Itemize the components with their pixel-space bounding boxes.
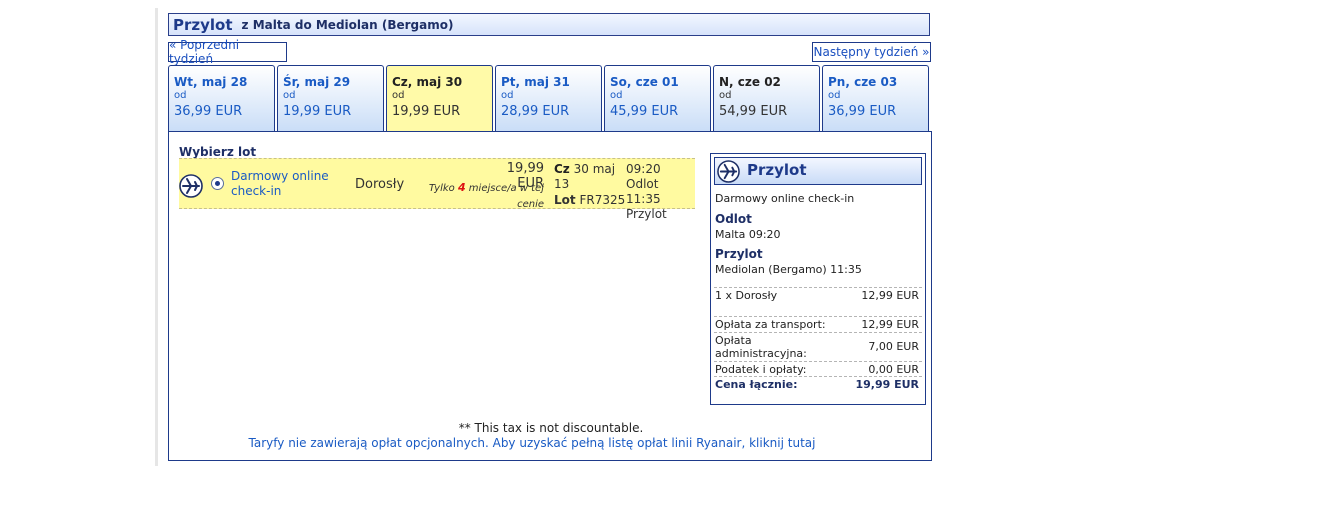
route-subtitle: z Malta do Mediolan (Bergamo) xyxy=(241,17,454,32)
flight-radio[interactable] xyxy=(211,177,224,190)
tab-day-5[interactable]: So, cze 01 od 45,99 EUR xyxy=(604,65,711,132)
passenger-type: Dorosły xyxy=(355,177,405,192)
tab-day-3-selected[interactable]: Cz, maj 30 od 19,99 EUR xyxy=(386,65,493,132)
arrive-label: Przylot xyxy=(626,207,667,221)
flight-number: Lot FR7325 xyxy=(554,193,625,207)
tab-day-2[interactable]: Śr, maj 29 od 19,99 EUR xyxy=(277,65,384,132)
flight-lot-label: Lot xyxy=(554,193,576,207)
tab-day-label: So, cze 01 xyxy=(610,75,679,89)
tab-day-7[interactable]: Pn, cze 03 od 36,99 EUR xyxy=(822,65,929,132)
previous-week-button[interactable]: « Poprzedni tydzień xyxy=(168,38,287,66)
line-value: 0,00 EUR xyxy=(868,363,919,376)
seats-suffix: miejsce/a w tej cenie xyxy=(468,183,544,210)
arrive-time: 11:35 xyxy=(626,192,661,206)
tab-from-label: od xyxy=(501,90,514,101)
tab-price: 45,99 EUR xyxy=(610,104,679,119)
tab-from-label: od xyxy=(719,90,732,101)
total-label: Cena łącznie: xyxy=(715,378,798,391)
summary-fare-name: Darmowy online check-in xyxy=(715,192,855,205)
tab-day-label: Cz, maj 30 xyxy=(392,75,463,89)
flight-row[interactable]: Darmowy online check-in Dorosły 19,99 EU… xyxy=(179,158,695,221)
line-value: 12,99 EUR xyxy=(861,318,919,331)
tab-day-label: Śr, maj 29 xyxy=(283,75,351,89)
tab-day-4[interactable]: Pt, maj 31 od 28,99 EUR xyxy=(495,65,602,132)
flight-date: Cz 30 maj 13 xyxy=(554,162,624,192)
tab-price: 54,99 EUR xyxy=(719,104,788,119)
line-label: Opłata administracyjna: xyxy=(715,334,807,360)
flight-times: 09:20 Odlot 11:35 Przylot xyxy=(626,162,695,222)
flight-number-value: FR7325 xyxy=(579,193,626,207)
summary-line-passenger: 1 x Dorosły 12,99 EUR xyxy=(714,287,922,305)
tab-from-label: od xyxy=(283,90,296,101)
summary-arrive-label: Przylot xyxy=(715,247,763,261)
tab-day-label: N, cze 02 xyxy=(719,75,781,89)
summary-header: Przylot xyxy=(714,157,922,185)
summary-title: Przylot xyxy=(747,161,807,179)
tab-day-label: Pn, cze 03 xyxy=(828,75,898,89)
tab-price: 19,99 EUR xyxy=(392,104,461,119)
tab-from-label: od xyxy=(174,90,187,101)
tax-note: ** This tax is not discountable. xyxy=(458,421,644,435)
page-header: Przylot z Malta do Mediolan (Bergamo) xyxy=(168,13,930,36)
tab-price: 28,99 EUR xyxy=(501,104,570,119)
booking-summary: Przylot Darmowy online check-in Odlot Ma… xyxy=(710,153,926,405)
next-week-button[interactable]: Następny tydzień » xyxy=(812,42,931,62)
fees-info-link[interactable]: Taryfy nie zawierają opłat opcjonalnych.… xyxy=(169,436,895,450)
seats-remaining: Tylko 4 miejsce/a w tej cenie xyxy=(407,180,544,213)
line-label: Podatek i opłaty: xyxy=(715,363,807,376)
tab-price: 19,99 EUR xyxy=(283,104,352,119)
line-label: 1 x Dorosły xyxy=(715,289,778,302)
seats-prefix: Tylko xyxy=(428,183,455,194)
flight-panel: Wybierz lot Darmowy online check-in Doro… xyxy=(168,131,932,461)
seats-count: 4 xyxy=(457,181,466,194)
line-value: 7,00 EUR xyxy=(868,340,919,353)
plane-icon xyxy=(179,174,203,198)
summary-line-admin: Opłata administracyjna: 7,00 EUR xyxy=(714,332,922,361)
summary-line-tax: Podatek i opłaty: 0,00 EUR xyxy=(714,361,922,376)
summary-line-transport: Opłata za transport: 12,99 EUR xyxy=(714,316,922,332)
depart-label: Odlot xyxy=(626,177,659,191)
flight-day-short: Cz xyxy=(554,162,570,176)
tab-day-label: Wt, maj 28 xyxy=(174,75,248,89)
tab-from-label: od xyxy=(392,90,405,101)
summary-depart-label: Odlot xyxy=(715,212,752,226)
plane-icon xyxy=(717,160,740,183)
line-value: 12,99 EUR xyxy=(861,289,919,302)
summary-depart-value: Malta 09:20 xyxy=(715,228,781,241)
tab-from-label: od xyxy=(610,90,623,101)
tab-price: 36,99 EUR xyxy=(828,104,897,119)
total-value: 19,99 EUR xyxy=(855,378,919,391)
depart-time: 09:20 xyxy=(626,162,661,176)
fare-name-link[interactable]: Darmowy online check-in xyxy=(231,169,341,199)
summary-arrive-value: Mediolan (Bergamo) 11:35 xyxy=(715,263,862,276)
tab-from-label: od xyxy=(828,90,841,101)
tab-day-1[interactable]: Wt, maj 28 od 36,99 EUR xyxy=(168,65,275,132)
select-flight-heading: Wybierz lot xyxy=(179,145,257,159)
tab-day-6[interactable]: N, cze 02 od 54,99 EUR xyxy=(713,65,820,132)
line-label: Opłata za transport: xyxy=(715,318,826,331)
page-left-rule xyxy=(155,8,158,466)
summary-total: Cena łącznie: 19,99 EUR xyxy=(714,376,922,392)
tab-day-label: Pt, maj 31 xyxy=(501,75,570,89)
page-title: Przylot xyxy=(173,15,233,34)
tab-price: 36,99 EUR xyxy=(174,104,243,119)
